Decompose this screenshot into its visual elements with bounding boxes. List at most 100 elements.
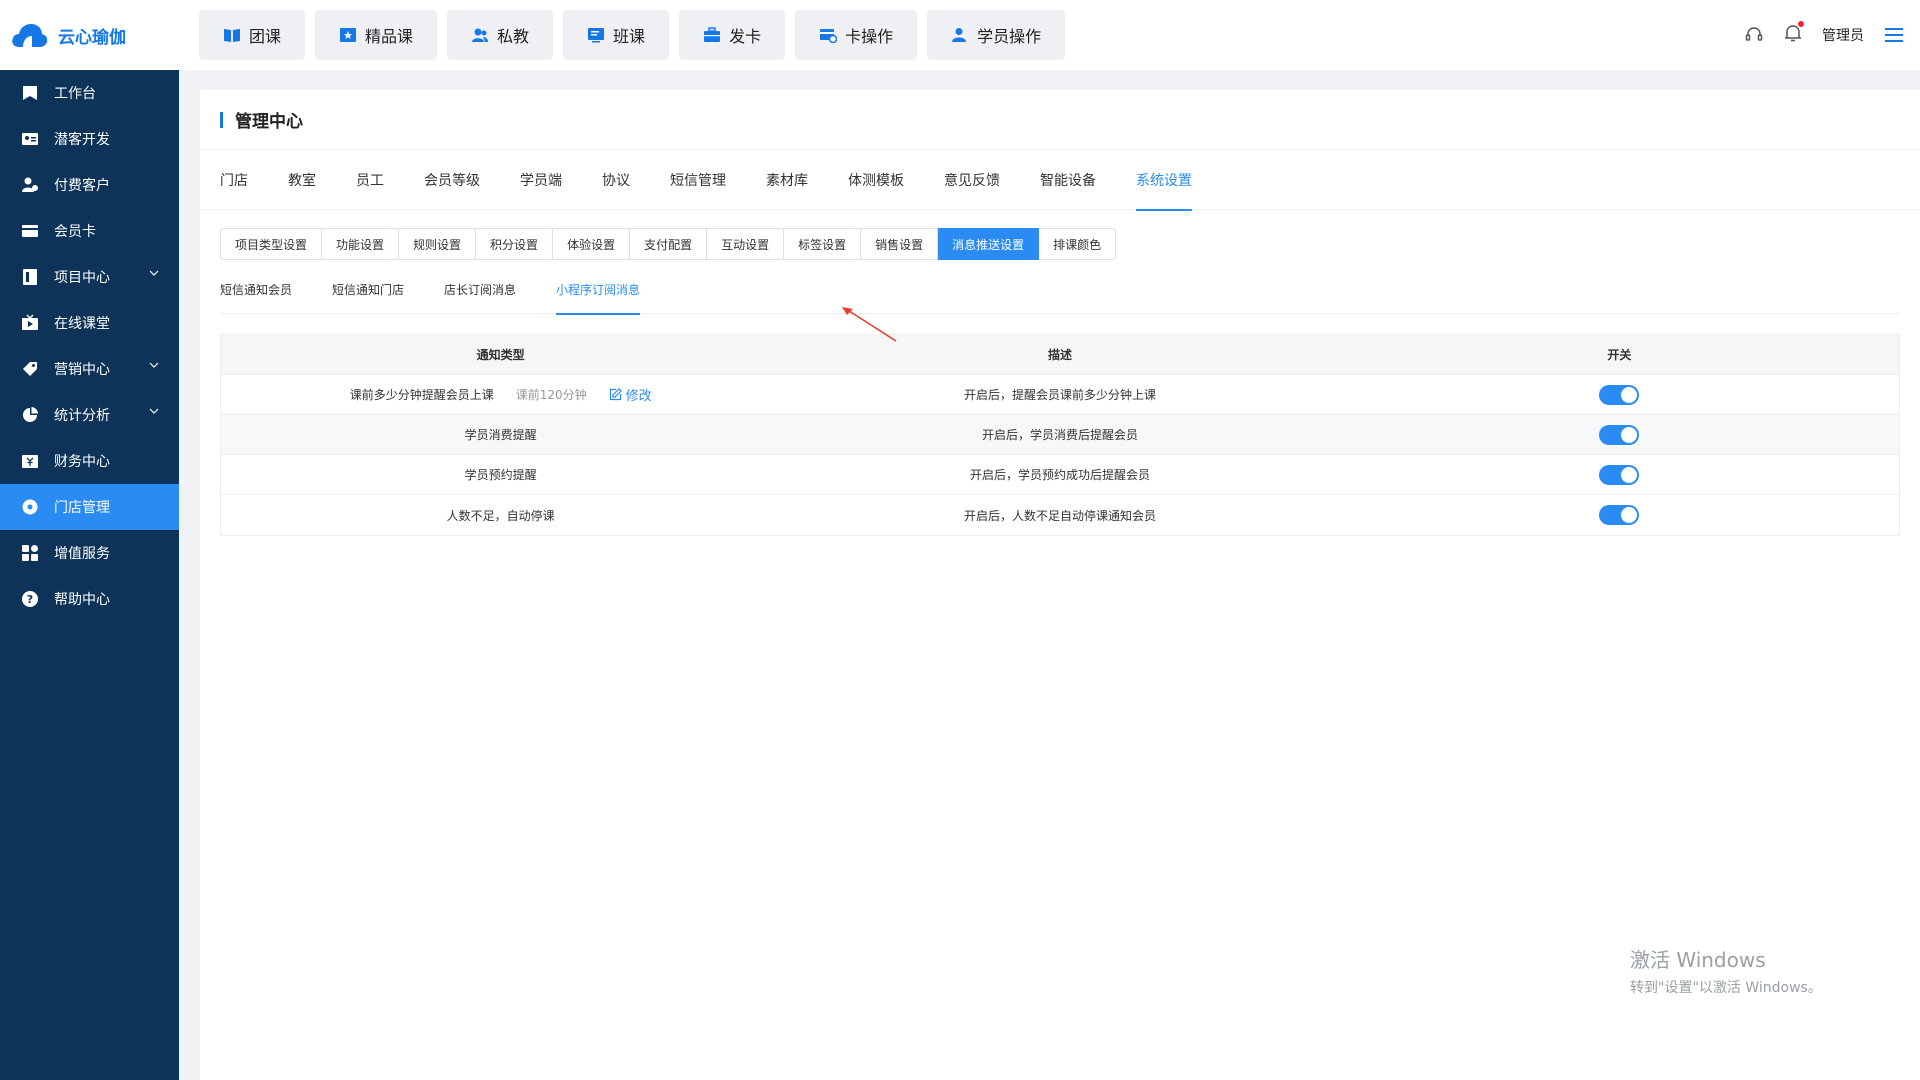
- cell-switch: [1340, 424, 1899, 445]
- toggle-knob: [1621, 386, 1638, 403]
- cell-type: 课前多少分钟提醒会员上课 课前120分钟 修改: [221, 385, 780, 404]
- segment-schedule-color[interactable]: 排课颜色: [1039, 228, 1117, 260]
- notification-bell[interactable]: [1784, 21, 1804, 47]
- segment-rules[interactable]: 规则设置: [399, 228, 477, 260]
- sidebar-item-paid-customers[interactable]: 付费客户: [0, 162, 179, 208]
- tab-system-settings[interactable]: 系统设置: [1136, 150, 1192, 211]
- tab-material[interactable]: 素材库: [766, 150, 808, 210]
- nav-button-card-operation[interactable]: 卡操作: [795, 10, 918, 60]
- sidebar-item-project-center[interactable]: 项目中心: [0, 254, 179, 300]
- toggle-switch[interactable]: [1599, 384, 1640, 405]
- help-icon: ?: [22, 591, 38, 607]
- tab-sms[interactable]: 短信管理: [670, 150, 726, 210]
- panel-header: 管理中心: [200, 90, 1920, 150]
- nav-button-class[interactable]: 班课: [563, 10, 670, 60]
- nav-button-student-operation[interactable]: 学员操作: [927, 10, 1066, 60]
- user-name[interactable]: 管理员: [1822, 25, 1864, 45]
- sidebar-item-label: 统计分析: [54, 408, 110, 424]
- segment-points[interactable]: 积分设置: [476, 228, 554, 260]
- cell-desc: 开启后，人数不足自动停课通知会员: [963, 508, 1156, 523]
- segment-interaction[interactable]: 互动设置: [707, 228, 785, 260]
- nav-button-group-class[interactable]: 团课: [199, 10, 306, 60]
- main-tabs: 门店 教室 员工 会员等级 学员端 协议 短信管理 素材库 体测模板 意见反馈 …: [200, 150, 1920, 211]
- tag-icon: [23, 362, 37, 376]
- toggle-switch[interactable]: [1599, 424, 1640, 445]
- cell-type: 人数不足，自动停课: [446, 508, 555, 523]
- segment-push-message[interactable]: 消息推送设置: [938, 228, 1040, 260]
- pie-icon: [23, 407, 38, 422]
- sidebar-item-label: 门店管理: [54, 500, 110, 516]
- sidebar-item-workbench[interactable]: 工作台: [0, 70, 179, 116]
- nav-label: 团课: [249, 27, 282, 46]
- member-card-icon: [22, 225, 38, 237]
- finance-icon: [22, 455, 38, 468]
- notification-dot: [1798, 21, 1804, 27]
- toggle-switch[interactable]: [1599, 505, 1640, 525]
- tab-store[interactable]: 门店: [220, 150, 248, 210]
- sidebar-item-statistics[interactable]: 统计分析: [0, 392, 179, 438]
- sidebar-item-label: 项目中心: [54, 270, 110, 286]
- sidebar-item-finance[interactable]: 财务中心: [0, 438, 179, 484]
- sidebar-item-leads[interactable]: 潜客开发: [0, 116, 179, 162]
- notification-table: 通知类型 描述 开关 课前多少分钟提醒会员上课 课前120分钟 修改 开启后，提…: [220, 334, 1900, 536]
- app-name: 云心瑜伽: [58, 27, 126, 48]
- customers-icon: [22, 177, 38, 192]
- tab-member-level[interactable]: 会员等级: [424, 150, 480, 210]
- sidebar-item-label: 营销中心: [54, 362, 110, 378]
- sidebar-item-label: 潜客开发: [54, 132, 110, 148]
- segment-tags[interactable]: 标签设置: [784, 228, 862, 260]
- table-header: 通知类型 描述 开关: [221, 335, 1899, 375]
- top-nav: 团课 精品课 私教 班课 发卡 卡操作 学员操作: [199, 10, 1066, 60]
- card-edit-icon: [820, 29, 838, 43]
- nav-button-issue-card[interactable]: 发卡: [679, 10, 786, 60]
- edit-link[interactable]: 修改: [609, 385, 652, 404]
- menu-icon[interactable]: [1884, 26, 1904, 44]
- sidebar-item-marketing[interactable]: 营销中心: [0, 346, 179, 392]
- sidebar-item-help[interactable]: ? 帮助中心: [0, 576, 179, 622]
- tab-body-test[interactable]: 体测模板: [848, 150, 904, 210]
- toggle-knob: [1621, 426, 1638, 443]
- segment-trial[interactable]: 体验设置: [553, 228, 631, 260]
- tv-icon: [22, 314, 38, 330]
- header-desc: 描述: [1047, 348, 1072, 362]
- tab-sms-member[interactable]: 短信通知会员: [220, 266, 292, 314]
- settings-segments: 项目类型设置 功能设置 规则设置 积分设置 体验设置 支付配置 互动设置 标签设…: [220, 228, 1920, 260]
- segment-function[interactable]: 功能设置: [322, 228, 400, 260]
- tab-student-app[interactable]: 学员端: [520, 150, 562, 210]
- sidebar-item-label: 工作台: [54, 86, 96, 102]
- chevron-down-icon: [149, 408, 159, 414]
- message-tabs: 短信通知会员 短信通知门店 店长订阅消息 小程序订阅消息: [220, 266, 1900, 315]
- tab-manager-subscription[interactable]: 店长订阅消息: [444, 266, 516, 314]
- segment-project-type[interactable]: 项目类型设置: [220, 228, 323, 260]
- page-title: 管理中心: [235, 112, 303, 132]
- sidebar-item-member-card[interactable]: 会员卡: [0, 208, 179, 254]
- tab-agreement[interactable]: 协议: [602, 150, 630, 210]
- nav-button-premium[interactable]: 精品课: [315, 10, 438, 60]
- briefcase-icon: [704, 27, 721, 42]
- sidebar-item-value-added[interactable]: 增值服务: [0, 530, 179, 576]
- header-actions: 管理员: [1744, 0, 1904, 70]
- tab-classroom[interactable]: 教室: [288, 150, 316, 210]
- sidebar-item-online-class[interactable]: 在线课堂: [0, 300, 179, 346]
- tab-staff[interactable]: 员工: [356, 150, 384, 210]
- cell-switch: [1340, 464, 1899, 485]
- segment-sales[interactable]: 销售设置: [861, 228, 939, 260]
- table-row: 人数不足，自动停课 开启后，人数不足自动停课通知会员: [221, 495, 1899, 535]
- tab-miniprogram-subscription[interactable]: 小程序订阅消息: [556, 266, 641, 315]
- header-type: 通知类型: [476, 348, 525, 362]
- nav-label: 发卡: [729, 27, 762, 46]
- nav-button-private[interactable]: 私教: [447, 10, 554, 60]
- annotation-arrow-icon: [842, 307, 897, 342]
- nav-label: 私教: [497, 27, 530, 46]
- star-board-icon: [340, 28, 357, 42]
- store-icon: [22, 499, 38, 515]
- tab-sms-store[interactable]: 短信通知门店: [332, 266, 404, 314]
- logo[interactable]: 云心瑜伽: [0, 0, 179, 70]
- sidebar-item-store-management[interactable]: 门店管理: [0, 484, 179, 530]
- tab-smart-device[interactable]: 智能设备: [1040, 150, 1096, 210]
- headset-icon[interactable]: [1744, 25, 1764, 45]
- watermark-line1: 激活 Windows: [1630, 948, 1766, 972]
- segment-payment[interactable]: 支付配置: [630, 228, 708, 260]
- toggle-switch[interactable]: [1599, 464, 1640, 485]
- tab-feedback[interactable]: 意见反馈: [944, 150, 1000, 210]
